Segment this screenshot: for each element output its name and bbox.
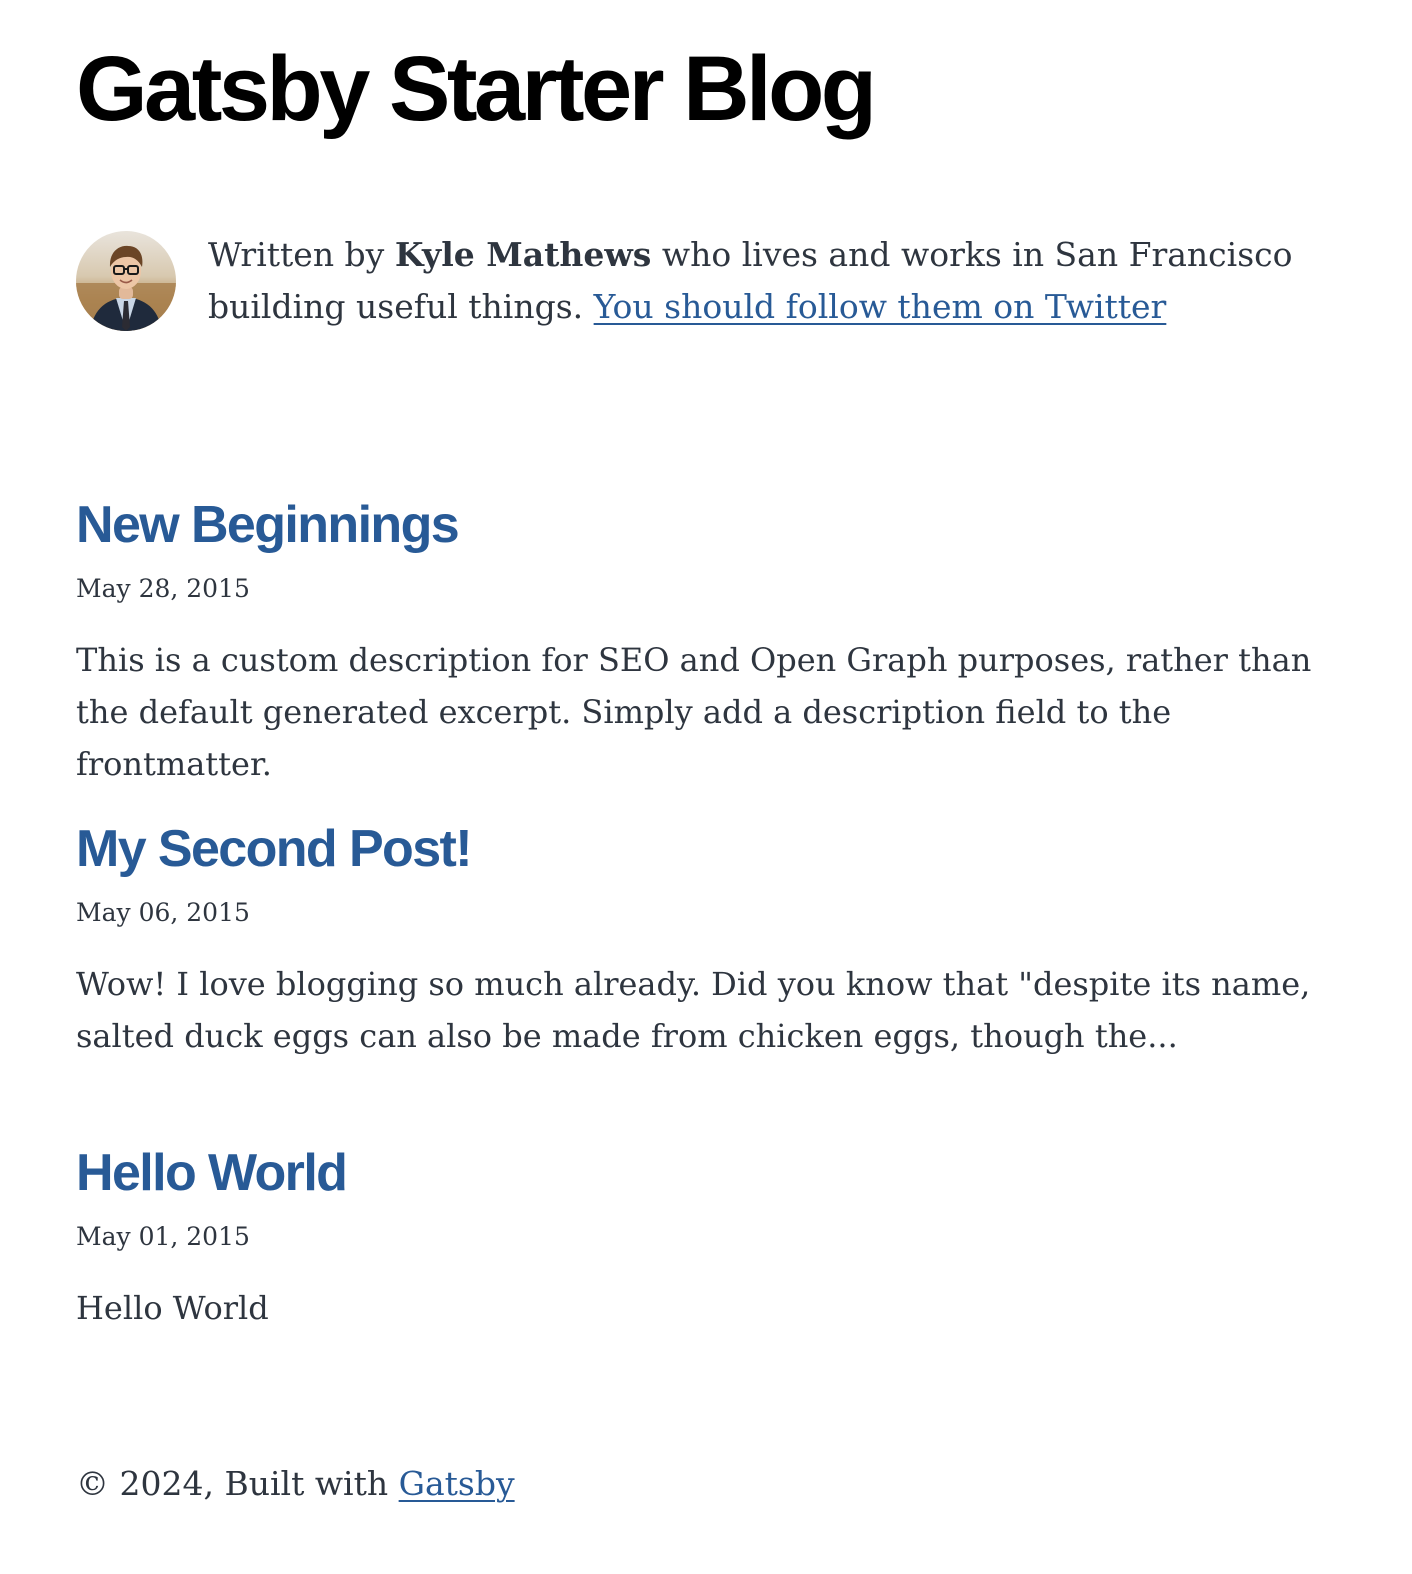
post-title: New Beginnings	[76, 493, 1342, 559]
post-date: May 28, 2015	[76, 574, 250, 603]
post-item: My Second Post! May 06, 2015 Wow! I love…	[76, 817, 1342, 1141]
post-item: New Beginnings May 28, 2015 This is a cu…	[76, 493, 1342, 817]
author-avatar	[76, 231, 176, 331]
post-title: Hello World	[76, 1141, 1342, 1207]
post-title-link[interactable]: Hello World	[76, 1144, 348, 1202]
post-date: May 06, 2015	[76, 898, 250, 927]
post-title-link[interactable]: My Second Post!	[76, 820, 473, 878]
post-description: This is a custom description for SEO and…	[76, 641, 1312, 783]
post-description: Wow! I love blogging so much already. Di…	[76, 965, 1311, 1055]
post-item: Hello World May 01, 2015 Hello World	[76, 1141, 1342, 1465]
author-name: Kyle Mathews	[394, 235, 652, 274]
post-date: May 01, 2015	[76, 1222, 250, 1251]
twitter-link[interactable]: You should follow them on Twitter	[594, 287, 1167, 326]
bio-text: Written by Kyle Mathews who lives and wo…	[208, 229, 1342, 333]
footer-text: © 2024, Built with	[76, 1464, 399, 1503]
post-title: My Second Post!	[76, 817, 1342, 883]
gatsby-link[interactable]: Gatsby	[399, 1464, 515, 1503]
site-footer: © 2024, Built with Gatsby	[76, 1459, 515, 1509]
site-title[interactable]: Gatsby Starter Blog	[76, 34, 877, 144]
bio-prefix: Written by	[208, 235, 395, 274]
author-bio: Written by Kyle Mathews who lives and wo…	[76, 229, 1342, 333]
author-photo-icon	[76, 231, 176, 331]
post-description: Hello World	[76, 1289, 269, 1327]
post-title-link[interactable]: New Beginnings	[76, 496, 460, 554]
post-list: New Beginnings May 28, 2015 This is a cu…	[76, 493, 1342, 1465]
